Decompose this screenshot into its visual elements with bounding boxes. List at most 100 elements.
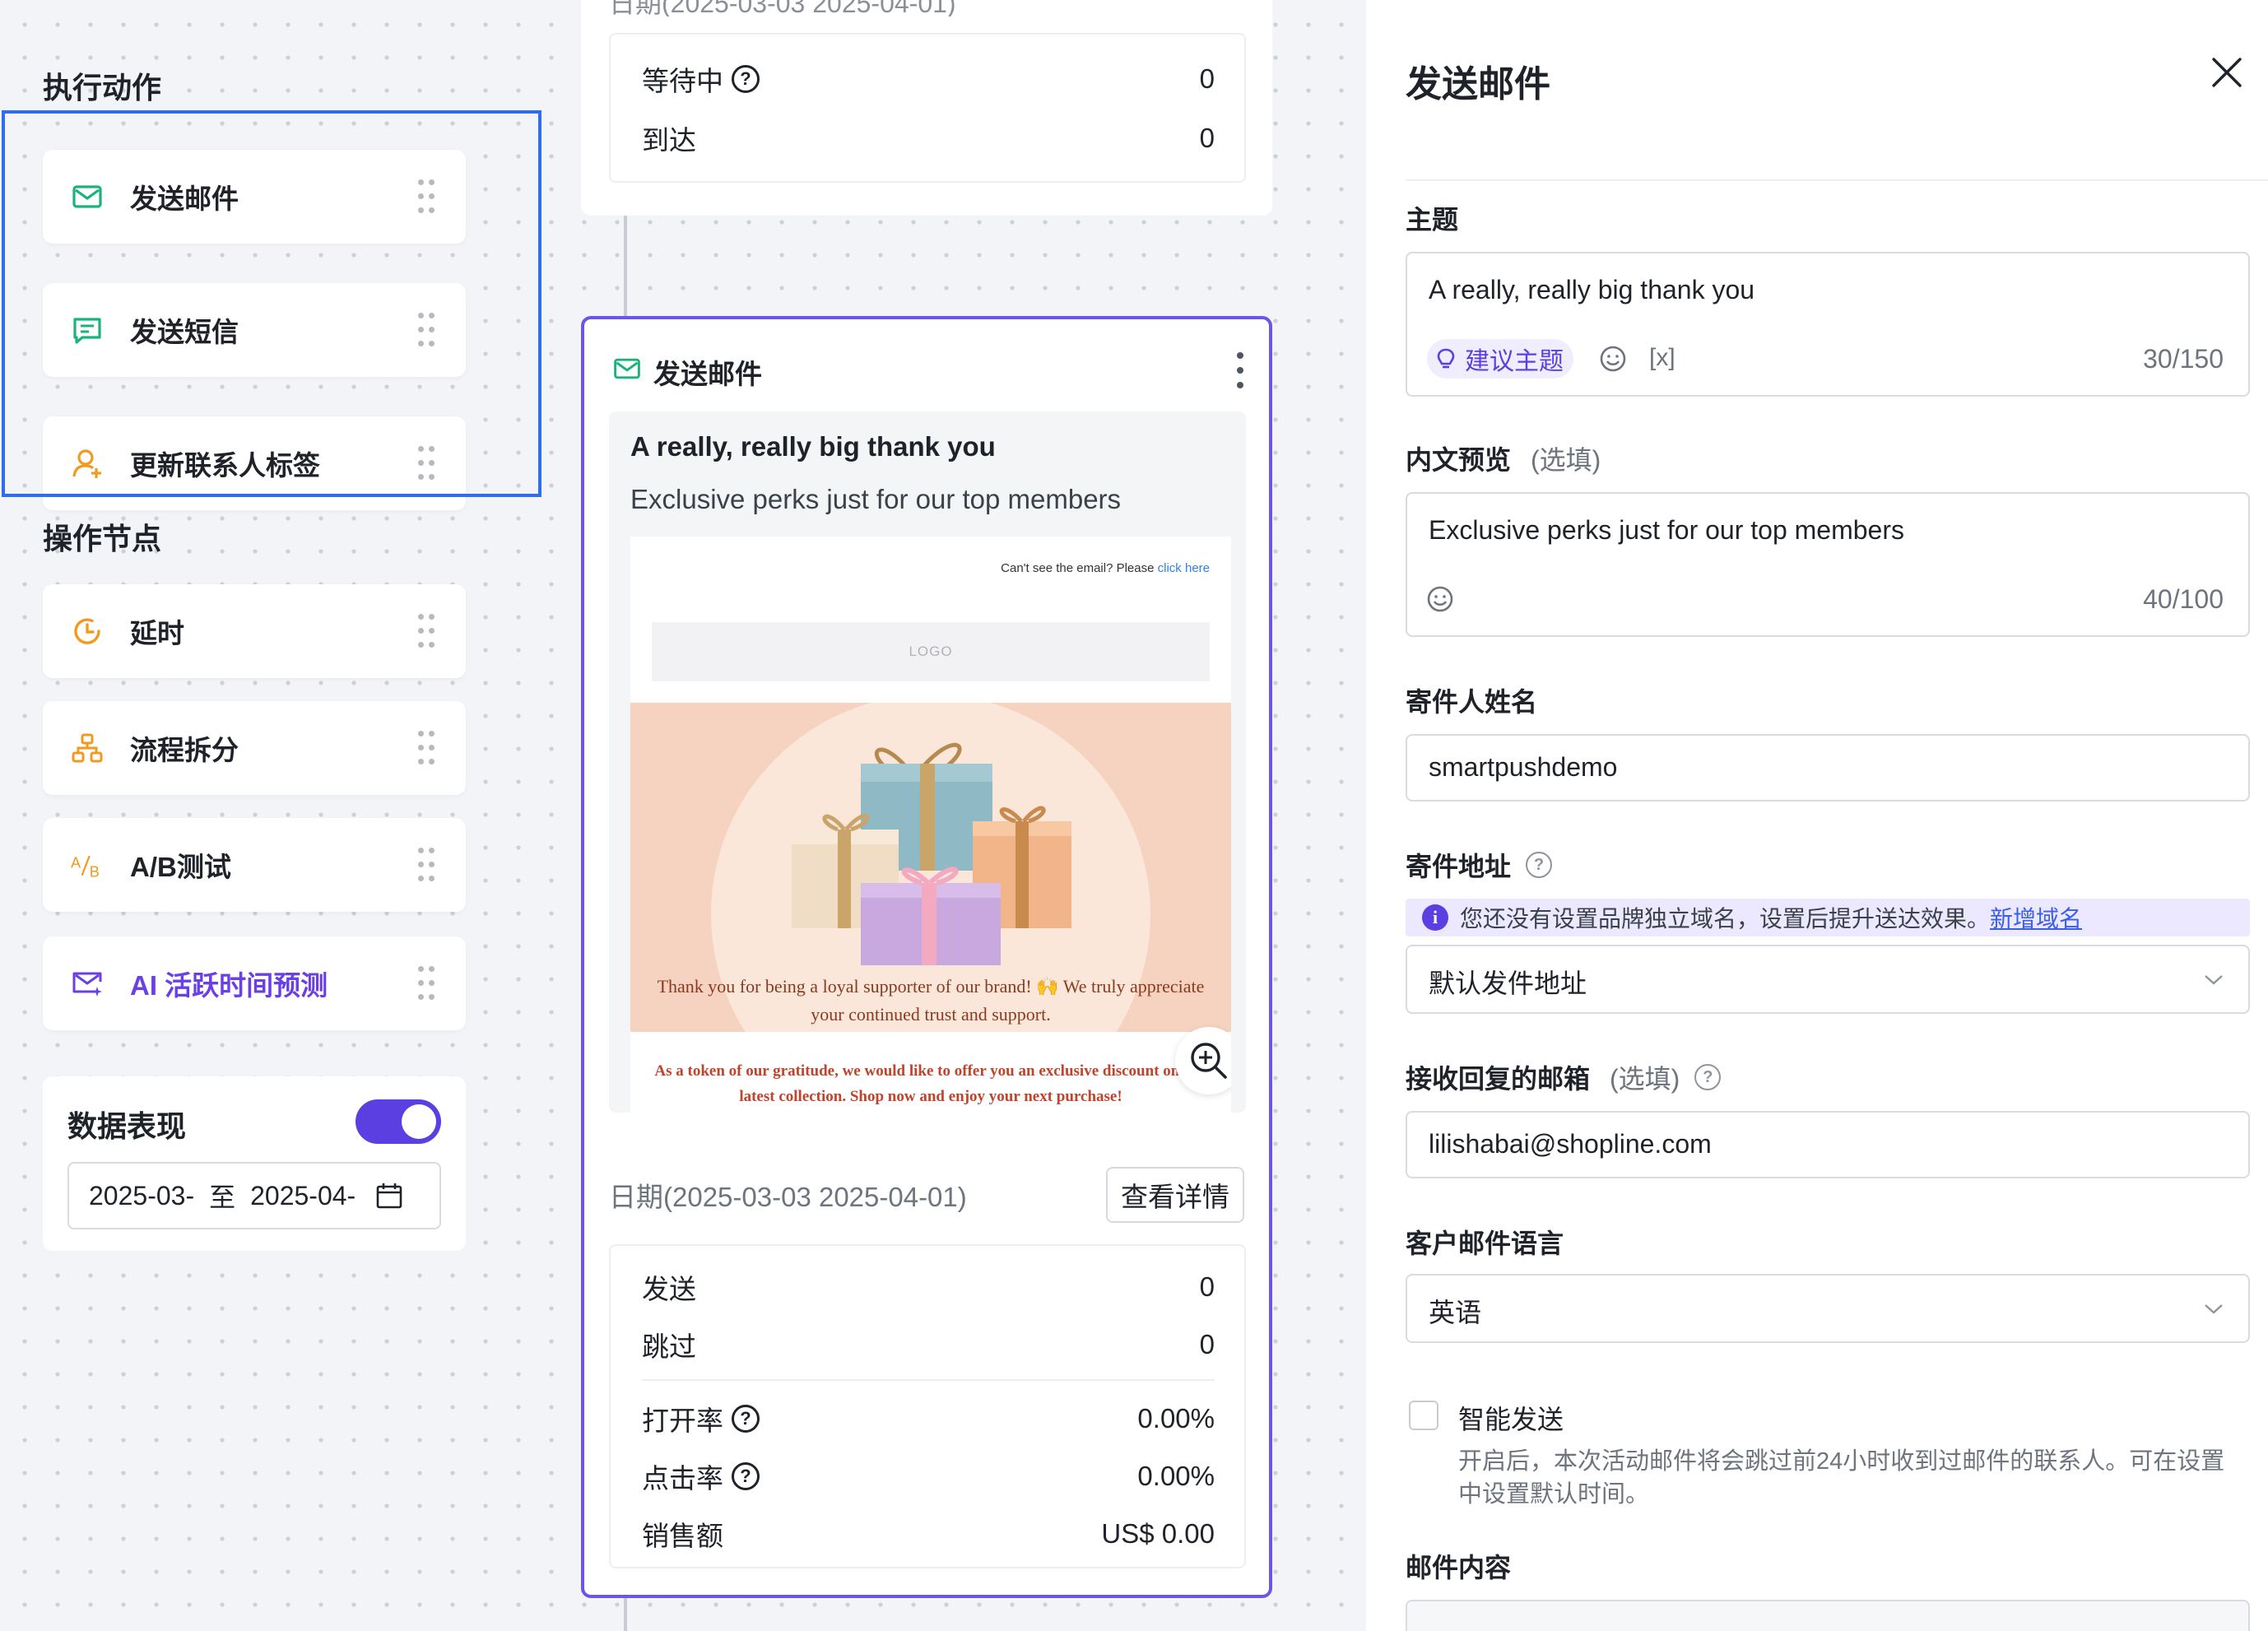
stat-row-open-rate: 打开率? 0.00% (642, 1399, 1215, 1438)
toggle-knob (402, 1104, 436, 1139)
smart-send-checkbox[interactable] (1409, 1401, 1438, 1430)
stat-value: 0 (1199, 123, 1215, 153)
stat-row-click-rate: 点击率? 0.00% (642, 1457, 1215, 1496)
flow-node-send-email[interactable]: 发送邮件 A really, really big thank you Excl… (581, 316, 1272, 1598)
help-icon[interactable]: ? (732, 1462, 760, 1490)
gift-boxes-illustration (792, 742, 1071, 965)
more-options-icon[interactable] (1236, 352, 1244, 388)
node-stats-box: 等待中? 0 到达 0 (609, 33, 1246, 183)
data-performance-toggle[interactable] (356, 1099, 441, 1144)
stat-value: US$ 0.00 (1101, 1518, 1215, 1549)
node-date-range-clipped: 日期(2025-03-03 2025-04-01) (609, 0, 956, 16)
node-library-panel: 执行动作 发送邮件 发送短信 更新联系人标签 操作节点 延时 流程拆分 A B … (0, 0, 543, 1631)
smart-send-description: 开启后，本次活动邮件将会跳过前24小时收到过邮件的联系人。可在设置中设置默认时间… (1458, 1448, 2225, 1508)
view-details-button[interactable]: 查看详情 (1106, 1167, 1244, 1223)
drag-handle-icon[interactable] (418, 848, 435, 882)
email-preview: A really, really big thank you Exclusive… (609, 411, 1246, 1113)
email-language-value: 英语 (1429, 1298, 1482, 1327)
email-language-select[interactable]: 英语 (1406, 1274, 2250, 1343)
drag-handle-icon[interactable] (418, 614, 435, 648)
email-content-editor[interactable] (1406, 1600, 2250, 1631)
node-header: 发送邮件 (612, 352, 762, 392)
logo-placeholder: LOGO (652, 622, 1210, 681)
stat-row-arrived: 到达 0 (642, 118, 1215, 158)
sidebar-item-ab-test[interactable]: AB A/B测试 (43, 818, 466, 912)
preview-text-value: Exclusive perks just for our top members (1429, 515, 1904, 545)
reply-email-input[interactable]: lilishabai@shopline.com (1406, 1111, 2250, 1178)
date-end: 2025-04- (250, 1180, 356, 1210)
stat-label: 跳过 (642, 1331, 696, 1362)
help-icon[interactable]: ? (732, 65, 760, 93)
add-domain-link[interactable]: 新增域名 (1990, 901, 2082, 934)
thanks-message: Thank you for being a loyal supporter of… (657, 976, 1205, 1025)
drag-handle-icon[interactable] (418, 966, 435, 1001)
data-performance-title: 数据表现 (67, 1109, 187, 1143)
stat-row-sales: 销售额 US$ 0.00 (642, 1514, 1215, 1554)
selection-highlight (2, 110, 541, 497)
ai-mail-icon (71, 967, 104, 1000)
sender-address-label: 寄件地址? (1406, 846, 1553, 884)
date-range-picker[interactable]: 2025-03- 至 2025-04- (67, 1162, 441, 1229)
subject-char-count: 30/150 (2143, 344, 2224, 374)
operations-section-title: 操作节点 (43, 522, 162, 555)
stat-label: 到达 (642, 125, 696, 156)
stat-value: 0 (1199, 1271, 1215, 1302)
sidebar-item-flow-split[interactable]: 流程拆分 (43, 701, 466, 795)
stat-label: 点击率 (642, 1463, 723, 1494)
flow-node-wait[interactable]: 日期(2025-03-03 2025-04-01) 等待中? 0 到达 0 (581, 0, 1272, 216)
help-icon[interactable]: ? (732, 1405, 760, 1433)
panel-divider (1406, 179, 2268, 181)
subject-input[interactable]: A really, really big thank you 建议主题 [x] … (1406, 252, 2250, 397)
stat-value: 0.00% (1137, 1403, 1215, 1434)
click-here-link: click here (1157, 561, 1210, 575)
data-performance-card: 数据表现 2025-03- 至 2025-04- (43, 1076, 466, 1251)
actions-section-title: 执行动作 (43, 71, 162, 105)
insert-variable-button[interactable]: [x] (1649, 344, 1675, 372)
suggest-subject-button[interactable]: 建议主题 (1427, 339, 1573, 379)
stats-divider (642, 1379, 1215, 1381)
sidebar-item-ai-active-time[interactable]: AI 活跃时间预测 (43, 936, 466, 1030)
preview-text-input[interactable]: Exclusive perks just for our top members… (1406, 492, 2250, 637)
subject-value: A really, really big thank you (1429, 275, 1755, 304)
stat-label: 打开率 (642, 1406, 723, 1436)
preview-subject: A really, really big thank you (630, 431, 996, 462)
calendar-icon (375, 1182, 403, 1216)
email-content-label: 邮件内容 (1406, 1553, 1512, 1582)
subject-label: 主题 (1406, 205, 1459, 235)
help-icon[interactable]: ? (1526, 852, 1553, 878)
date-separator: 至 (209, 1183, 236, 1212)
node-title: 发送邮件 (653, 359, 762, 389)
chevron-down-icon (2202, 1300, 2225, 1321)
preview-text-label: 内文预览 (选填) (1406, 445, 1601, 475)
sender-name-input[interactable]: smartpushdemo (1406, 734, 2250, 802)
reply-email-label: 接收回复的邮箱 (选填)? (1406, 1058, 1722, 1096)
sidebar-item-delay[interactable]: 延时 (43, 584, 466, 678)
drag-handle-icon[interactable] (418, 731, 435, 765)
panel-title: 发送邮件 (1406, 64, 1550, 105)
stat-label: 销售额 (642, 1521, 723, 1551)
stat-value: 0 (1199, 63, 1215, 94)
zoom-in-icon (1191, 1043, 1227, 1079)
help-icon[interactable]: ? (1694, 1064, 1722, 1090)
sender-name-label: 寄件人姓名 (1406, 687, 1538, 717)
sender-name-value: smartpushdemo (1429, 752, 1618, 782)
sender-address-select[interactable]: 默认发件地址 (1406, 945, 2250, 1014)
emoji-icon[interactable] (1425, 584, 1455, 618)
reply-email-value: lilishabai@shopline.com (1429, 1129, 1712, 1159)
stat-label: 发送 (642, 1274, 696, 1304)
preview-char-count: 40/100 (2143, 584, 2224, 614)
notice-text: 您还没有设置品牌独立域名，设置后提升送达效果。 (1460, 906, 1991, 932)
emoji-icon[interactable] (1598, 344, 1628, 378)
stat-row-sent: 发送 0 (642, 1267, 1215, 1307)
flow-connector (624, 1598, 627, 1631)
stat-row-waiting: 等待中? 0 (642, 59, 1215, 99)
flow-connector (624, 216, 627, 316)
close-icon[interactable] (2209, 54, 2245, 95)
date-start: 2025-03- (89, 1180, 195, 1210)
gift-hero-image: Thank you for being a loyal supporter of… (630, 703, 1231, 1032)
sidebar-item-label: 流程拆分 (130, 735, 239, 765)
node-stats-box: 发送 0 跳过 0 打开率? 0.00% 点击率? 0.00% 销售额 US$ … (609, 1244, 1246, 1568)
split-icon (71, 732, 104, 764)
mail-icon (612, 354, 642, 390)
ab-test-icon: AB (71, 848, 104, 881)
